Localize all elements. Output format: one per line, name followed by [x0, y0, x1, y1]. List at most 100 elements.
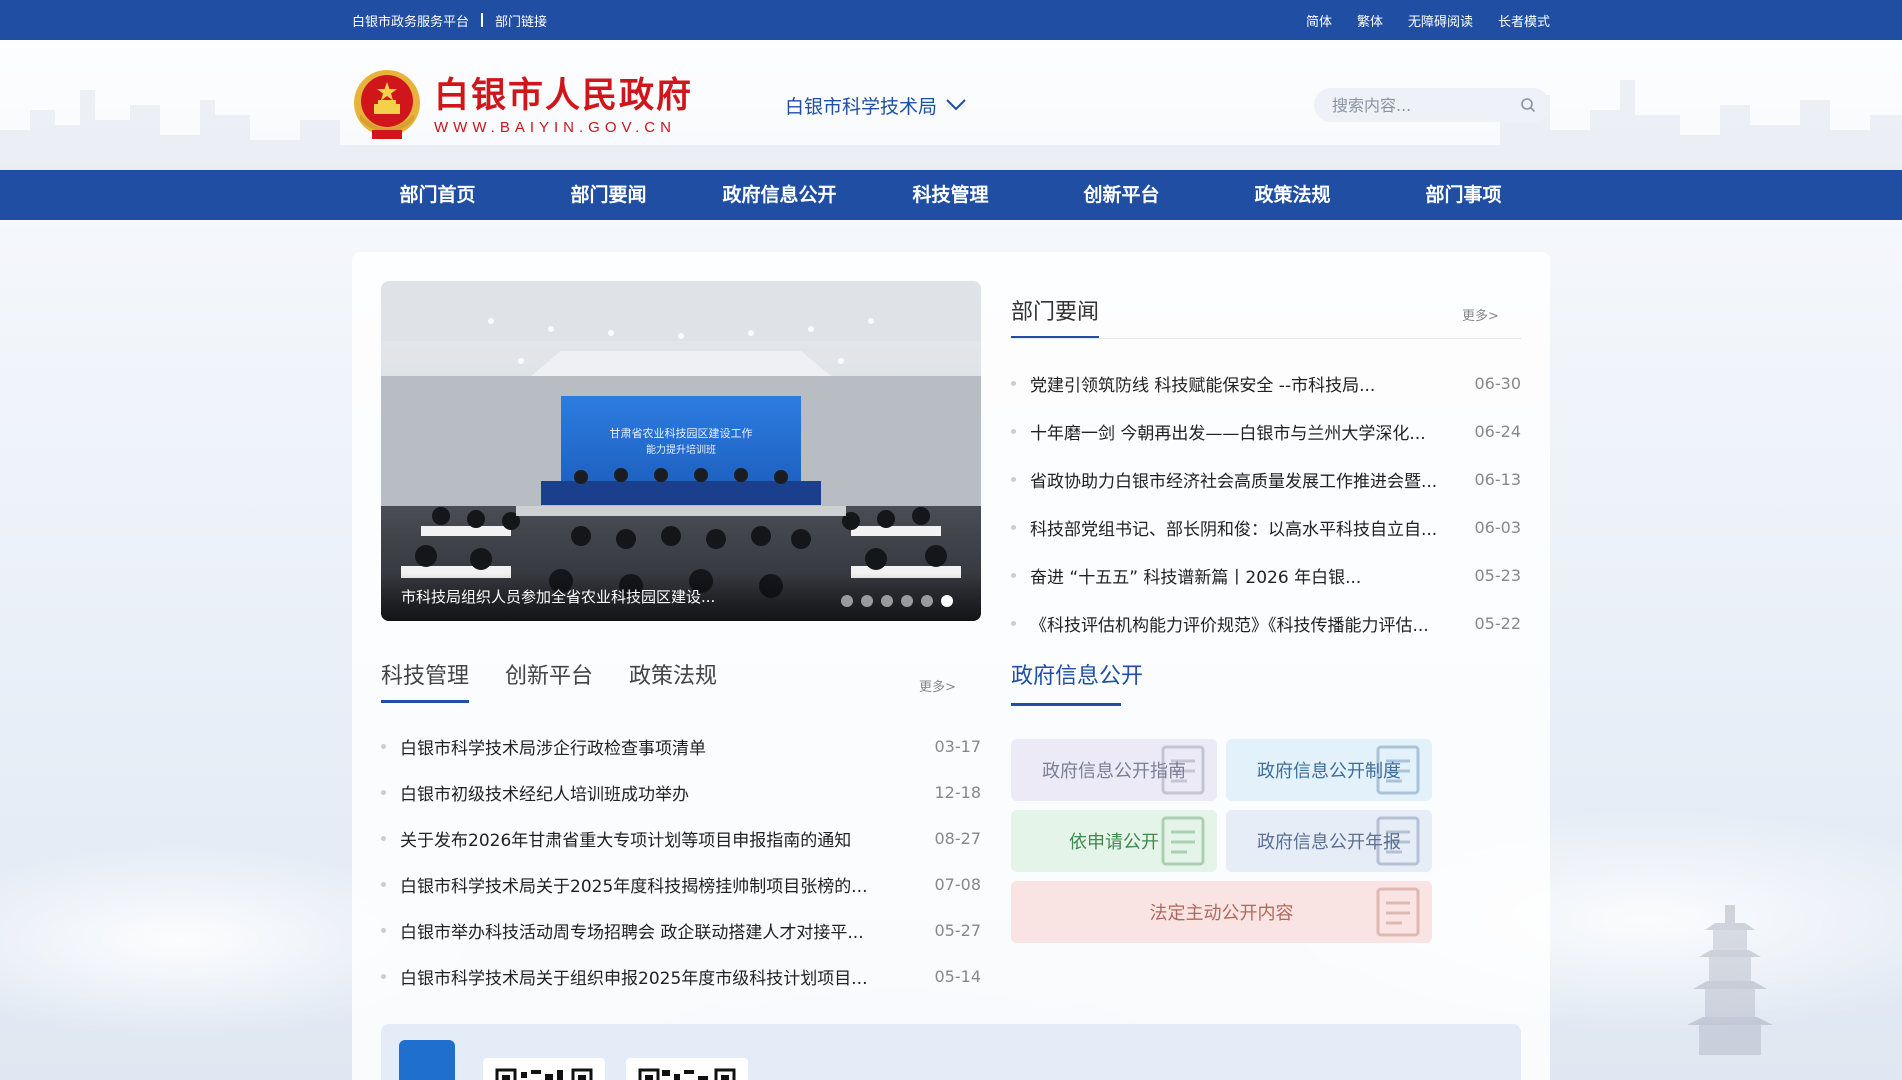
main-content: 甘肃省农业科技园区建设工作 能力提升培训班 市科技局组织人员参加全省农业科技园区…: [352, 252, 1550, 1080]
list-item[interactable]: 党建引领筑防线 科技赋能保安全 --市科技局... 06-30: [1011, 359, 1521, 407]
site-name: 白银市人民政府: [434, 75, 694, 116]
footer-strip: [381, 1024, 1521, 1080]
card-info-public-guide[interactable]: 政府信息公开指南: [1011, 739, 1217, 801]
dept-news-title[interactable]: 部门要闻: [1011, 294, 1099, 326]
national-emblem-icon[interactable]: [352, 68, 422, 142]
card-statutory-public-content[interactable]: 法定主动公开内容: [1011, 881, 1432, 943]
dept-news-divider: [1011, 338, 1521, 339]
search-icon[interactable]: [1520, 97, 1536, 113]
bullet-icon: [1011, 572, 1016, 578]
carousel-dot[interactable]: [901, 595, 913, 607]
bullet-icon: [381, 789, 386, 795]
nav-item-innovation-platform[interactable]: 创新平台: [1036, 170, 1207, 220]
list-item-date: 12-18: [934, 782, 982, 802]
dept-news-more-link[interactable]: 更多>: [1462, 305, 1499, 324]
accessibility-link[interactable]: 无障碍阅读: [1408, 11, 1473, 30]
list-item-title[interactable]: 白银市举办科技活动周专场招聘会 政企联动搭建人才对接平...: [400, 918, 925, 943]
list-item-date: 06-03: [1474, 517, 1522, 537]
tab-2[interactable]: 政策法规: [629, 658, 717, 703]
simplified-chinese-link[interactable]: 简体: [1306, 11, 1332, 30]
list-item-date: 03-17: [934, 736, 982, 756]
list-item-title[interactable]: 科技部党组书记、部长阴和俊：以高水平科技自立自...: [1030, 515, 1465, 540]
nav-item-home[interactable]: 部门首页: [352, 170, 523, 220]
list-item[interactable]: 白银市科学技术局关于组织申报2025年度市级科技计划项目... 05-14: [381, 953, 981, 999]
list-item-title[interactable]: 白银市科学技术局涉企行政检查事项清单: [400, 734, 925, 759]
tech-news-list: 白银市科学技术局涉企行政检查事项清单 03-17 白银市初级技术经纪人培训班成功举办…: [381, 723, 981, 999]
banner-text-line1: 甘肃省农业科技园区建设工作: [610, 426, 753, 440]
list-item-title[interactable]: 白银市科学技术局关于组织申报2025年度市级科技计划项目...: [400, 964, 925, 989]
tabs-more-link[interactable]: 更多>: [919, 676, 956, 695]
list-item-date: 05-23: [1474, 565, 1522, 585]
chevron-down-icon: [946, 99, 966, 111]
bullet-icon: [1011, 380, 1016, 386]
site-brand[interactable]: 白银市人民政府 WWW.BAIYIN.GOV.CN: [434, 75, 693, 136]
department-links-link[interactable]: 部门链接: [495, 11, 547, 30]
app-icon[interactable]: [399, 1040, 455, 1080]
nav-item-info-public[interactable]: 政府信息公开: [694, 170, 865, 220]
gov-service-platform-link[interactable]: 白银市政务服务平台: [352, 11, 469, 30]
list-item-title[interactable]: 白银市初级技术经纪人培训班成功举办: [400, 780, 925, 805]
carousel-dot[interactable]: [841, 595, 853, 607]
main-nav: 部门首页 部门要闻 政府信息公开 科技管理 创新平台 政策法规 部门事项: [0, 170, 1902, 220]
card-info-public-annual-report[interactable]: 政府信息公开年报: [1226, 810, 1432, 872]
list-item[interactable]: 白银市初级技术经纪人培训班成功举办 12-18: [381, 769, 981, 815]
list-item[interactable]: 白银市科学技术局涉企行政检查事项清单 03-17: [381, 723, 981, 769]
search-box: [1314, 88, 1550, 122]
nav-item-tech-management[interactable]: 科技管理: [865, 170, 1036, 220]
site-header: 白银市人民政府 WWW.BAIYIN.GOV.CN 白银市科学技术局: [0, 40, 1902, 170]
carousel-dot[interactable]: [881, 595, 893, 607]
list-item[interactable]: 关于发布2026年甘肃省重大专项计划等项目申报指南的通知 08-27: [381, 815, 981, 861]
qr-code-icon[interactable]: [483, 1058, 605, 1080]
list-item-title[interactable]: 奋进 “十五五” 科技谱新篇丨2026 年白银...: [1030, 563, 1465, 588]
list-item[interactable]: 白银市科学技术局关于2025年度科技揭榜挂帅制项目张榜的... 07-08: [381, 861, 981, 907]
bullet-icon: [381, 835, 386, 841]
list-item-date: 05-22: [1474, 613, 1522, 633]
bullet-icon: [1011, 428, 1016, 434]
list-item[interactable]: 十年磨一剑 今朝再出发——白银市与兰州大学深化... 06-24: [1011, 407, 1521, 455]
bullet-icon: [1011, 524, 1016, 530]
list-item[interactable]: 科技部党组书记、部长阴和俊：以高水平科技自立自... 06-03: [1011, 503, 1521, 551]
list-item-title[interactable]: 党建引领筑防线 科技赋能保安全 --市科技局...: [1030, 371, 1465, 396]
list-item-title[interactable]: 十年磨一剑 今朝再出发——白银市与兰州大学深化...: [1030, 419, 1465, 444]
department-selector[interactable]: 白银市科学技术局: [785, 92, 967, 119]
tab-1[interactable]: 创新平台: [505, 658, 593, 703]
qr-code-icon-2[interactable]: [626, 1058, 748, 1080]
top-bar-divider: [481, 13, 484, 27]
bullet-icon: [1011, 476, 1016, 482]
tab-0[interactable]: 科技管理: [381, 658, 470, 703]
bullet-icon: [381, 881, 386, 887]
carousel-photo: 甘肃省农业科技园区建设工作 能力提升培训班: [381, 281, 981, 621]
list-item-title[interactable]: 白银市科学技术局关于2025年度科技揭榜挂帅制项目张榜的...: [400, 872, 925, 897]
card-label: 法定主动公开内容: [1149, 903, 1294, 924]
bullet-icon: [381, 973, 386, 979]
list-item[interactable]: 奋进 “十五五” 科技谱新篇丨2026 年白银... 05-23: [1011, 551, 1521, 599]
list-item-date: 06-24: [1474, 421, 1522, 441]
list-item-title[interactable]: 省政协助力白银市经济社会高质量发展工作推进会暨...: [1030, 467, 1465, 492]
bullet-icon: [381, 927, 386, 933]
list-item-title[interactable]: 《科技评估机构能力评价规范》《科技传播能力评估...: [1030, 611, 1465, 636]
carousel-dots: [841, 595, 953, 607]
document-icon: [1376, 745, 1420, 795]
card-label: 依申请公开: [1069, 832, 1159, 853]
list-item[interactable]: 《科技评估机构能力评价规范》《科技传播能力评估... 05-22: [1011, 599, 1521, 647]
info-public-title[interactable]: 政府信息公开: [1011, 658, 1143, 690]
nav-item-dept-news[interactable]: 部门要闻: [523, 170, 694, 220]
list-item[interactable]: 省政协助力白银市经济社会高质量发展工作推进会暨... 06-13: [1011, 455, 1521, 503]
carousel-dot[interactable]: [941, 595, 953, 607]
card-info-public-system[interactable]: 政府信息公开制度: [1226, 739, 1432, 801]
document-icon: [1376, 816, 1420, 866]
news-carousel[interactable]: 甘肃省农业科技园区建设工作 能力提升培训班 市科技局组织人员参加全省农业科技园区…: [381, 281, 981, 621]
search-input[interactable]: [1332, 95, 1520, 115]
carousel-dot[interactable]: [861, 595, 873, 607]
list-item[interactable]: 白银市举办科技活动周专场招聘会 政企联动搭建人才对接平... 05-27: [381, 907, 981, 953]
bullet-icon: [1011, 620, 1016, 626]
traditional-chinese-link[interactable]: 繁体: [1357, 11, 1383, 30]
carousel-dot[interactable]: [921, 595, 933, 607]
card-apply-public[interactable]: 依申请公开: [1011, 810, 1217, 872]
elderly-mode-link[interactable]: 长者模式: [1498, 11, 1550, 30]
page-wrapper: 白银市政务服务平台 部门链接 简体 繁体 无障碍阅读 长者模式 白银市人民政府 …: [0, 0, 1902, 1080]
nav-item-dept-affairs[interactable]: 部门事项: [1378, 170, 1549, 220]
nav-item-policy[interactable]: 政策法规: [1207, 170, 1378, 220]
list-item-date: 07-08: [934, 874, 982, 894]
list-item-title[interactable]: 关于发布2026年甘肃省重大专项计划等项目申报指南的通知: [400, 826, 925, 851]
